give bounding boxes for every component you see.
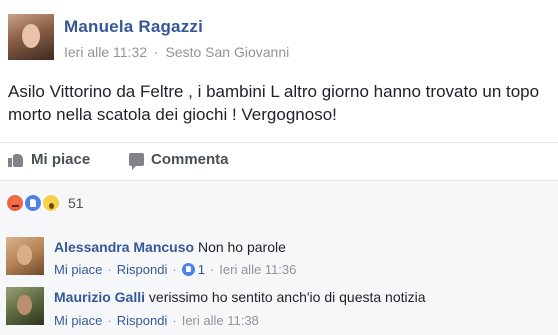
comment-text: verissimo ho sentito anch'io di questa n…: [148, 289, 426, 305]
reactions-summary[interactable]: 51: [0, 180, 558, 228]
commenter-avatar[interactable]: [6, 287, 44, 325]
like-reaction-icon: [181, 263, 195, 276]
comment-like-count[interactable]: 1: [198, 262, 205, 277]
comment-icon: [129, 153, 144, 170]
commenter-avatar[interactable]: [6, 237, 44, 275]
post-meta: Ieri alle 11:32 · Sesto San Giovanni: [64, 44, 292, 60]
comment-reply-link[interactable]: Rispondi: [117, 262, 168, 277]
comment-timestamp[interactable]: Ieri alle 11:36: [219, 262, 296, 277]
avatar-face: [22, 24, 40, 48]
post-text: Asilo Vittorino da Feltre , i bambini L …: [8, 82, 540, 124]
commenter-name[interactable]: Alessandra Mancuso: [54, 239, 194, 255]
comment-like-link[interactable]: Mi piace: [54, 313, 102, 328]
comment-actions: Mi piace · Rispondi · Ieri alle 11:38: [54, 313, 259, 328]
comment-button-label: Commenta: [151, 151, 229, 168]
post-timestamp[interactable]: Ieri alle 11:32: [64, 44, 147, 60]
comment-like-link[interactable]: Mi piace: [54, 262, 102, 277]
comment-body: Maurizio Galli verissimo ho sentito anch…: [54, 289, 426, 305]
avatar-face: [17, 295, 32, 315]
comment-timestamp[interactable]: Ieri alle 11:38: [182, 313, 259, 328]
meta-separator: ·: [153, 44, 159, 60]
angry-reaction-icon: [6, 194, 24, 212]
commenter-name[interactable]: Maurizio Galli: [54, 289, 145, 305]
post-location[interactable]: Sesto San Giovanni: [165, 44, 289, 60]
author-avatar[interactable]: [8, 14, 54, 60]
post-author-name[interactable]: Manuela Ragazzi: [64, 17, 203, 37]
comment-button[interactable]: Commenta: [129, 151, 229, 170]
facebook-post: Manuela Ragazzi Ieri alle 11:32 · Sesto …: [0, 0, 558, 335]
comment-body: Alessandra Mancuso Non ho parole: [54, 239, 286, 255]
comment-reply-link[interactable]: Rispondi: [117, 313, 168, 328]
comment-actions: Mi piace · Rispondi · 1 · Ieri alle 11:3…: [54, 262, 297, 277]
like-button-label: Mi piace: [31, 151, 91, 168]
post-actions: Mi piace Commenta: [0, 142, 558, 177]
avatar-face: [17, 245, 32, 265]
reaction-count[interactable]: 51: [68, 195, 84, 211]
like-button[interactable]: Mi piace: [8, 151, 90, 168]
comments-section: Alessandra Mancuso Non ho parole Mi piac…: [0, 227, 558, 335]
thumbs-up-icon: [8, 152, 24, 167]
wow-reaction-icon: [42, 194, 60, 212]
like-reaction-icon: [24, 194, 42, 212]
comment-text: Non ho parole: [197, 239, 286, 255]
